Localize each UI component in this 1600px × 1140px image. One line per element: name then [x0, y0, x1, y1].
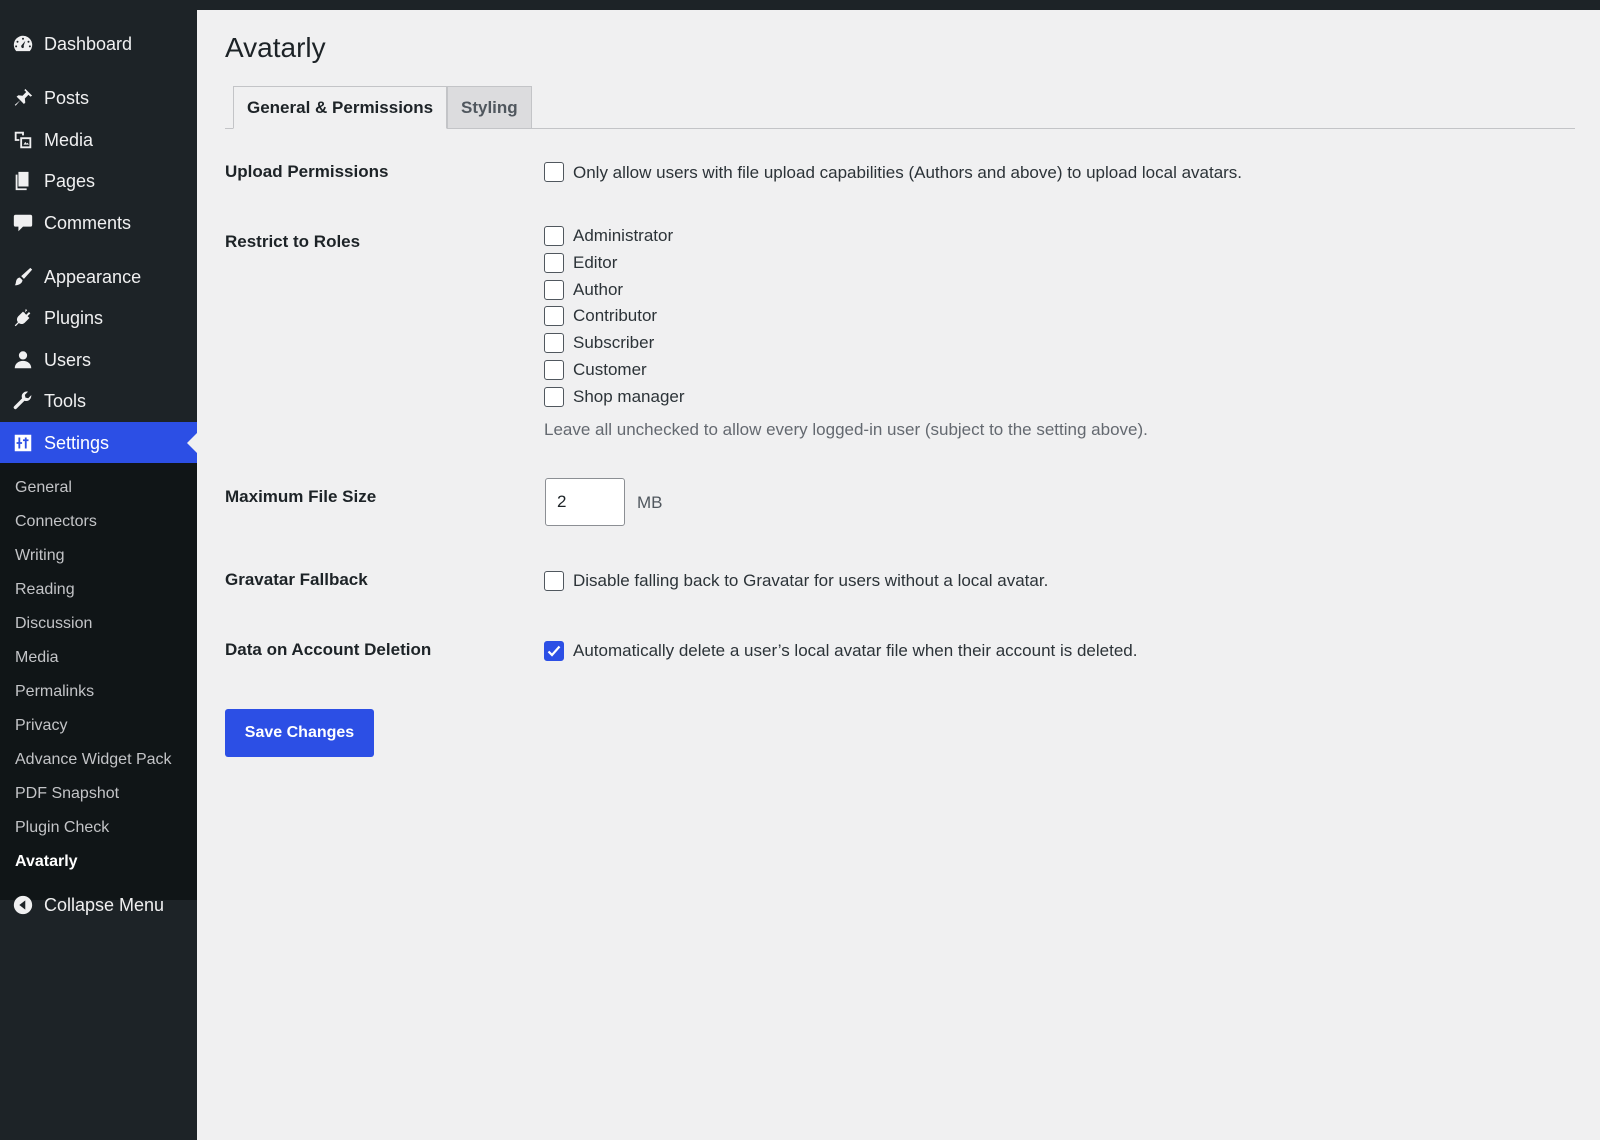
sidebar-item-label: Dashboard [44, 33, 133, 54]
sidebar-item-label: Tools [44, 390, 87, 411]
submenu-item-general[interactable]: General [15, 476, 72, 500]
role-checkbox-author[interactable] [544, 280, 564, 300]
sidebar-item-label: Appearance [44, 266, 142, 287]
sidebar-item-settings[interactable]: Settings [0, 422, 197, 464]
tab-general-permissions[interactable]: General & Permissions [233, 86, 448, 129]
submenu-item-avatarly[interactable]: Avatarly [15, 850, 78, 874]
restrict-roles-description: Leave all unchecked to allow every logge… [544, 420, 1148, 439]
role-checkbox-editor[interactable] [544, 253, 564, 273]
max-file-size-unit: MB [637, 493, 663, 512]
sidebar-item-appearance[interactable]: Appearance [0, 256, 197, 298]
collapse-menu-label: Collapse Menu [44, 894, 165, 915]
sidebar-item-posts[interactable]: Posts [0, 77, 197, 119]
role-label-customer: Customer [573, 360, 647, 379]
restrict-roles-label: Restrict to Roles [225, 232, 361, 251]
role-checkbox-administrator[interactable] [544, 226, 564, 246]
sidebar-item-tools[interactable]: Tools [0, 380, 197, 422]
checkmark-icon [547, 645, 561, 657]
collapse-arrow-icon [11, 893, 35, 917]
role-checkbox-contributor[interactable] [544, 306, 564, 326]
account-deletion-checkbox[interactable] [544, 641, 564, 661]
sidebar-item-label: Settings [44, 432, 110, 453]
dashboard-icon [11, 32, 35, 56]
sidebar-item-label: Posts [44, 87, 90, 108]
tab-styling[interactable]: Styling [447, 86, 532, 128]
submenu-item-advance-widget-pack[interactable]: Advance Widget Pack [15, 748, 172, 772]
sidebar-item-comments[interactable]: Comments [0, 202, 197, 244]
role-label-author: Author [573, 280, 624, 299]
role-label-contributor: Contributor [573, 306, 658, 325]
gravatar-fallback-checkbox[interactable] [544, 571, 564, 591]
submenu-item-pdf-snapshot[interactable]: PDF Snapshot [15, 782, 119, 806]
account-deletion-option: Automatically delete a user’s local avat… [573, 641, 1138, 660]
submenu-item-connectors[interactable]: Connectors [15, 510, 97, 534]
submenu-item-permalinks[interactable]: Permalinks [15, 680, 94, 704]
sidebar-item-users[interactable]: Users [0, 339, 197, 381]
upload-permissions-label: Upload Permissions [225, 162, 389, 181]
role-label-subscriber: Subscriber [573, 333, 655, 352]
sidebar-item-dashboard[interactable]: Dashboard [0, 23, 197, 65]
admin-sidebar: Dashboard Posts Media Pages Comments App… [0, 10, 197, 1140]
max-file-size-input[interactable] [545, 478, 625, 526]
upload-permissions-checkbox[interactable] [544, 162, 564, 182]
submenu-item-writing[interactable]: Writing [15, 544, 65, 568]
role-label-administrator: Administrator [573, 226, 674, 245]
main-content: Avatarly General & Permissions Styling U… [197, 10, 1600, 1140]
save-changes-button[interactable]: Save Changes [225, 709, 374, 757]
plug-icon [11, 306, 35, 330]
settings-submenu: General Connectors Writing Reading Discu… [0, 463, 197, 900]
role-label-editor: Editor [573, 253, 618, 272]
media-icon [11, 128, 35, 152]
settings-icon [11, 431, 35, 455]
role-checkbox-shop-manager[interactable] [544, 387, 564, 407]
account-deletion-label: Data on Account Deletion [225, 640, 432, 659]
page-title: Avatarly [225, 32, 326, 63]
role-checkbox-subscriber[interactable] [544, 333, 564, 353]
sidebar-item-label: Media [44, 129, 94, 150]
submenu-item-privacy[interactable]: Privacy [15, 714, 67, 738]
wrench-icon [11, 389, 35, 413]
max-file-size-label: Maximum File Size [225, 487, 377, 506]
user-icon [11, 348, 35, 372]
sidebar-item-label: Users [44, 349, 92, 370]
submenu-item-discussion[interactable]: Discussion [15, 612, 92, 636]
sidebar-item-plugins[interactable]: Plugins [0, 297, 197, 339]
role-label-shop-manager: Shop manager [573, 387, 685, 406]
comment-icon [11, 211, 35, 235]
sidebar-item-label: Plugins [44, 307, 104, 328]
brush-icon [11, 265, 35, 289]
collapse-menu-button[interactable]: Collapse Menu [0, 884, 197, 926]
sidebar-item-media[interactable]: Media [0, 119, 197, 161]
sidebar-item-label: Comments [44, 212, 132, 233]
submenu-item-plugin-check[interactable]: Plugin Check [15, 816, 109, 840]
gravatar-fallback-option: Disable falling back to Gravatar for use… [573, 571, 1049, 590]
pin-icon [11, 86, 35, 110]
admin-bar [0, 0, 1600, 10]
submenu-item-reading[interactable]: Reading [15, 578, 75, 602]
sidebar-item-pages[interactable]: Pages [0, 160, 197, 202]
upload-permissions-option: Only allow users with file upload capabi… [573, 163, 1243, 182]
role-checkbox-customer[interactable] [544, 360, 564, 380]
gravatar-fallback-label: Gravatar Fallback [225, 570, 368, 589]
pages-icon [11, 169, 35, 193]
sidebar-item-label: Pages [44, 170, 96, 191]
submenu-item-media[interactable]: Media [15, 646, 59, 670]
